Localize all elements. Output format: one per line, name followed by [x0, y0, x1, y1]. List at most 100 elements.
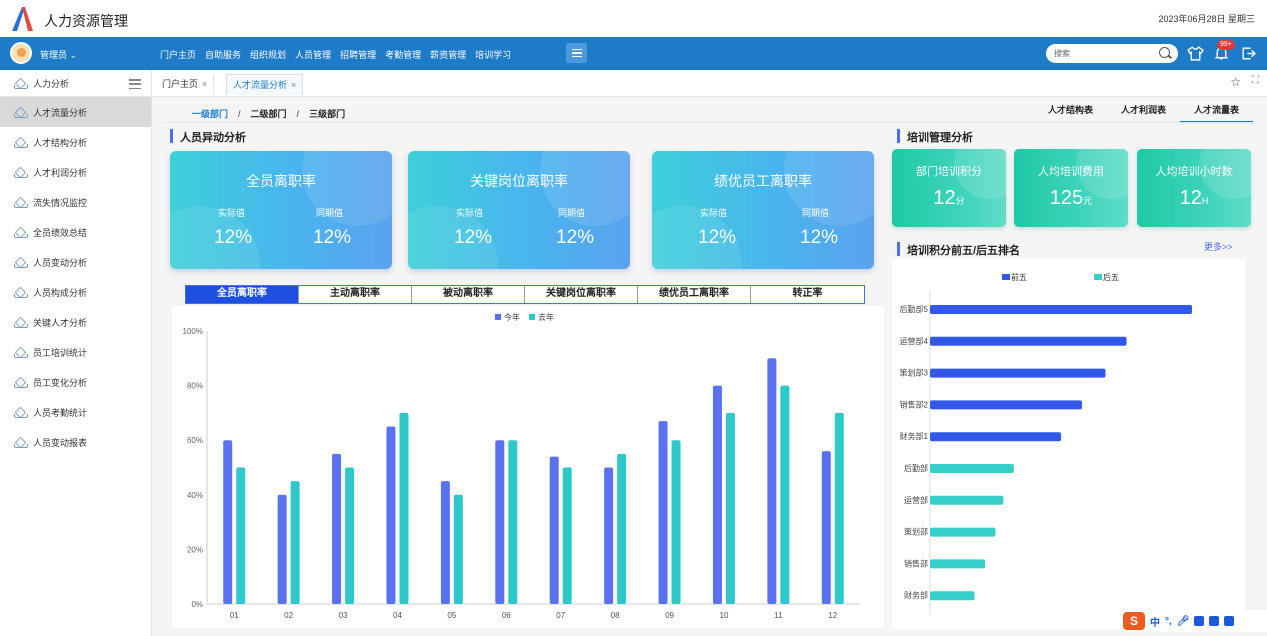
nav-item-self-service[interactable]: 自助服务	[205, 48, 241, 61]
microphone-icon[interactable]: 🎤︎	[1177, 616, 1190, 627]
y-tick-label: 40%	[187, 491, 203, 500]
bar-this-year	[223, 440, 233, 604]
nav-item-payroll[interactable]: 薪资管理	[430, 48, 466, 61]
layers-icon	[14, 138, 28, 148]
x-tick-label: 10	[720, 611, 729, 620]
nav-item-attendance[interactable]: 考勤管理	[385, 48, 421, 61]
close-icon[interactable]: ×	[202, 79, 207, 89]
x-tick-label: 12	[828, 611, 837, 620]
sidebar-item[interactable]: 员工培训统计	[0, 337, 151, 367]
y-tick-label: 后勤部	[904, 463, 928, 473]
tab-home[interactable]: 门户主页 ×	[156, 74, 215, 95]
bar-top5	[930, 336, 1127, 346]
card-title: 人均培训费用	[1038, 166, 1104, 178]
nav-item-personnel[interactable]: 人员管理	[295, 48, 331, 61]
user-menu[interactable]: 管理员 ⌄	[40, 48, 77, 61]
keyboard-icon[interactable]	[1194, 616, 1205, 626]
ime-toolbar: S 中 °, 🎤︎	[1121, 610, 1267, 632]
fullscreen-icon[interactable]: ⛶	[1252, 75, 1259, 86]
tab-talent-flow-report[interactable]: 人才流量表	[1179, 103, 1253, 123]
tab-talent-flow[interactable]: 人才流量分析 ×	[226, 74, 304, 95]
breadcrumb-level-1[interactable]: 一级部门	[192, 109, 228, 119]
collapse-sidebar-icon[interactable]	[129, 79, 141, 89]
ime-language[interactable]: 中	[1150, 614, 1160, 629]
card-all-turnover: 全员离职率 实际值 同期值 12% 12%	[170, 151, 392, 269]
y-tick-label: 100%	[183, 327, 203, 336]
sidebar-header-label: 人力分析	[33, 78, 70, 89]
filter-tab-conversion[interactable]: 转正率	[751, 286, 864, 303]
tab-talent-structure[interactable]: 人才结构表	[1034, 103, 1107, 123]
y-tick-label: 0%	[191, 600, 203, 609]
y-tick-label: 策划部3	[900, 368, 929, 378]
filter-tab-key-position[interactable]: 关键岗位离职率	[525, 286, 638, 303]
bar-last-year	[236, 467, 246, 604]
layers-icon	[14, 108, 28, 118]
sidebar-item[interactable]: 全员绩效总结	[0, 217, 151, 247]
sidebar-item-label: 人才利润分析	[33, 167, 88, 178]
bar-this-year	[767, 358, 777, 604]
tab-talent-profit[interactable]: 人才利润表	[1107, 103, 1180, 123]
filter-tab-all[interactable]: 全员离职率	[186, 286, 299, 303]
sidebar-item[interactable]: 人才结构分析	[0, 127, 151, 157]
section-title-turnover: 人员异动分析	[170, 129, 246, 145]
legend-swatch	[1002, 274, 1010, 280]
sidebar-item-label: 人才流量分析	[33, 107, 88, 118]
search-icon[interactable]	[1159, 47, 1170, 58]
layers-icon	[14, 198, 28, 208]
value-number: 12	[933, 187, 956, 209]
y-tick-label: 财务部1	[900, 431, 929, 441]
bar-last-year	[780, 385, 790, 604]
sidebar-item[interactable]: 流失情况监控	[0, 187, 151, 217]
filter-tab-voluntary[interactable]: 主动离职率	[299, 286, 412, 303]
x-tick-label: 02	[284, 611, 293, 620]
bar-last-year	[671, 440, 681, 604]
sidebar-item[interactable]: 人员变动报表	[0, 427, 151, 457]
value-number: 125	[1049, 187, 1084, 209]
filter-tab-involuntary[interactable]: 被动离职率	[412, 286, 525, 303]
page-tabbar: 门户主页 × 人才流量分析 × ☆ ⛶	[152, 70, 1267, 97]
ime-punctuation[interactable]: °,	[1165, 616, 1172, 627]
bar-bottom5	[930, 495, 1004, 505]
menu-icon[interactable]	[566, 43, 587, 63]
nav-item-training[interactable]: 培训学习	[475, 48, 511, 61]
breadcrumb-level-3[interactable]: 三级部门	[309, 109, 345, 119]
filter-tab-top-performer[interactable]: 绩优员工离职率	[638, 286, 751, 303]
bar-this-year	[549, 456, 559, 604]
close-icon[interactable]: ×	[291, 80, 296, 90]
sogou-ime-icon[interactable]: S	[1123, 612, 1145, 630]
shirt-icon[interactable]	[1187, 45, 1204, 62]
card-value: 125元	[1014, 187, 1128, 210]
top-header: 人力资源管理 2023年06月28日 星期三	[0, 0, 1267, 37]
sidebar-item[interactable]: 人员变动分析	[0, 247, 151, 277]
sidebar-item[interactable]: 人员构成分析	[0, 277, 151, 307]
bar-bottom5	[930, 591, 975, 601]
toolbox-icon[interactable]	[1224, 616, 1235, 626]
nav-item-org-planning[interactable]: 组织规划	[250, 48, 286, 61]
star-icon[interactable]: ☆	[1230, 75, 1241, 89]
prior-value: 12%	[800, 227, 839, 248]
sidebar-item[interactable]: 关键人才分析	[0, 307, 151, 337]
x-tick-label: 04	[393, 611, 402, 620]
nav-item-recruiting[interactable]: 招聘管理	[340, 48, 376, 61]
sidebar-item[interactable]: 人员考勤统计	[0, 397, 151, 427]
x-tick-label: 03	[339, 611, 348, 620]
tab-label: 门户主页	[162, 79, 199, 89]
skin-icon[interactable]	[1209, 616, 1220, 626]
logout-icon[interactable]	[1240, 45, 1257, 62]
more-link[interactable]: 更多>>	[1204, 240, 1233, 253]
card-value: 12分	[892, 187, 1006, 210]
sidebar-header: 人力分析	[0, 70, 151, 97]
y-tick-label: 销售部2	[900, 399, 929, 409]
y-tick-label: 后勤部5	[900, 304, 929, 314]
value-unit: 分	[955, 196, 965, 206]
y-tick-label: 运营部4	[900, 336, 929, 346]
breadcrumb-level-2[interactable]: 二级部门	[251, 109, 287, 119]
sidebar-item[interactable]: 员工变化分析	[0, 367, 151, 397]
y-tick-label: 策划部	[904, 527, 928, 537]
nav-item-home[interactable]: 门户主页	[160, 48, 196, 61]
sidebar-item[interactable]: 人才利润分析	[0, 157, 151, 187]
user-avatar[interactable]	[10, 42, 32, 64]
app-logo-icon	[12, 7, 33, 31]
sidebar-item[interactable]: 人才流量分析	[0, 97, 151, 127]
y-tick-label: 运营部	[904, 495, 928, 505]
